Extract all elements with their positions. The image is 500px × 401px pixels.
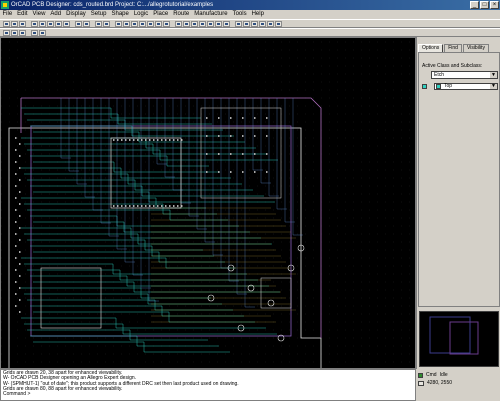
world-view-window[interactable] bbox=[419, 311, 499, 367]
menu-help[interactable]: Help bbox=[249, 10, 266, 19]
zoom-in-icon[interactable] bbox=[131, 21, 138, 27]
board-drawing[interactable] bbox=[1, 38, 416, 369]
options-pane: Active Class and Subclass: Etch ▼ Top ▼ bbox=[418, 52, 500, 307]
top-layer-swatch-icon bbox=[436, 84, 441, 89]
menu-route[interactable]: Route bbox=[171, 10, 192, 19]
command-prompt[interactable]: Command > bbox=[3, 391, 413, 397]
3d-view-icon[interactable] bbox=[163, 21, 170, 27]
dimension-icon[interactable] bbox=[267, 21, 274, 27]
status-mode: Cmd bbox=[426, 372, 437, 378]
autoroute-icon[interactable] bbox=[223, 21, 230, 27]
redo-icon[interactable] bbox=[63, 21, 70, 27]
status-led-icon bbox=[418, 372, 423, 378]
menu-add[interactable]: Add bbox=[48, 10, 64, 19]
new-file-icon[interactable] bbox=[3, 21, 10, 27]
tab-find[interactable]: Find bbox=[444, 44, 462, 52]
layer-color-icon[interactable] bbox=[95, 21, 102, 27]
place-quick-icon[interactable] bbox=[11, 30, 18, 36]
maximize-button[interactable]: □ bbox=[480, 1, 489, 9]
copy-icon[interactable] bbox=[39, 21, 46, 27]
status-coordinates: 4280, 2550 bbox=[427, 380, 453, 386]
add-connect-icon[interactable] bbox=[175, 21, 182, 27]
move-icon[interactable] bbox=[31, 21, 38, 27]
menu-tools[interactable]: Tools bbox=[230, 10, 249, 19]
zoom-out-icon[interactable] bbox=[139, 21, 146, 27]
rats-icon[interactable] bbox=[83, 21, 90, 27]
window-title: OrCAD PCB Designer: cds_routed.brd Proje… bbox=[11, 2, 214, 8]
secondary-toolbar bbox=[0, 28, 500, 37]
unrats-icon[interactable] bbox=[75, 21, 82, 27]
chevron-down-icon[interactable]: ▼ bbox=[490, 72, 497, 78]
subclass-row: Top ▼ bbox=[422, 83, 498, 90]
place-manual-icon[interactable] bbox=[3, 30, 10, 36]
measure-icon[interactable] bbox=[275, 21, 282, 27]
orcad-app-icon[interactable] bbox=[1, 1, 9, 9]
vertex-icon[interactable] bbox=[199, 21, 206, 27]
pcb-design-canvas[interactable] bbox=[0, 37, 416, 369]
coordinate-icon[interactable] bbox=[418, 380, 424, 386]
main-toolbar bbox=[0, 19, 500, 28]
menu-bar: File Edit View Add Display Setup Shape L… bbox=[0, 10, 500, 19]
spread-icon[interactable] bbox=[215, 21, 222, 27]
zoom-points-icon[interactable] bbox=[115, 21, 122, 27]
menu-display[interactable]: Display bbox=[64, 10, 89, 19]
panel-tabs: Options Find Visibility bbox=[418, 44, 490, 52]
menu-logic[interactable]: Logic bbox=[131, 10, 150, 19]
drc-update-icon[interactable] bbox=[235, 21, 242, 27]
save-icon[interactable] bbox=[19, 21, 26, 27]
menu-edit[interactable]: Edit bbox=[15, 10, 30, 19]
open-file-icon[interactable] bbox=[11, 21, 18, 27]
redraw-icon[interactable] bbox=[155, 21, 162, 27]
subclass-value: Top bbox=[444, 83, 453, 89]
menu-shape[interactable]: Shape bbox=[109, 10, 131, 19]
chevron-down-icon[interactable]: ▼ bbox=[490, 84, 497, 89]
minimize-button[interactable]: _ bbox=[470, 1, 479, 9]
class-value: Etch bbox=[434, 72, 445, 78]
menu-manufacture[interactable]: Manufacture bbox=[192, 10, 230, 19]
control-panel: Options Find Visibility Active Class and… bbox=[416, 37, 500, 369]
command-console[interactable]: Grids are drawn 20, 38 apart for enhance… bbox=[0, 369, 416, 401]
custom-smooth-icon[interactable] bbox=[191, 21, 198, 27]
subclass-select[interactable]: Top ▼ bbox=[434, 83, 498, 90]
tab-visibility[interactable]: Visibility bbox=[462, 44, 489, 52]
tab-options[interactable]: Options bbox=[418, 44, 444, 52]
undo-icon[interactable] bbox=[55, 21, 62, 27]
menu-setup[interactable]: Setup bbox=[88, 10, 109, 19]
shape-edit-icon[interactable] bbox=[251, 21, 258, 27]
swap-pins-icon[interactable] bbox=[19, 30, 26, 36]
status-state: Idle bbox=[439, 372, 448, 378]
zoom-previous-icon[interactable] bbox=[147, 21, 154, 27]
zoom-fit-icon[interactable] bbox=[123, 21, 130, 27]
status-area: Cmd Idle 4280, 2550 bbox=[416, 369, 500, 401]
property-edit-icon[interactable] bbox=[39, 30, 46, 36]
shadow-icon[interactable] bbox=[103, 21, 110, 27]
delete-icon[interactable] bbox=[47, 21, 54, 27]
text-add-icon[interactable] bbox=[259, 21, 266, 27]
title-bar: OrCAD PCB Designer: cds_routed.brd Proje… bbox=[0, 0, 500, 10]
layer-color-swatch-icon[interactable] bbox=[422, 84, 427, 89]
slide-icon[interactable] bbox=[183, 21, 190, 27]
close-button[interactable]: × bbox=[490, 1, 499, 9]
class-select[interactable]: Etch ▼ bbox=[431, 71, 498, 79]
menu-view[interactable]: View bbox=[30, 10, 48, 19]
menu-file[interactable]: File bbox=[0, 10, 15, 19]
active-class-label: Active Class and Subclass: bbox=[422, 63, 483, 69]
shape-add-icon[interactable] bbox=[243, 21, 250, 27]
delay-tune-icon[interactable] bbox=[207, 21, 214, 27]
menu-place[interactable]: Place bbox=[151, 10, 171, 19]
show-element-icon[interactable] bbox=[31, 30, 38, 36]
